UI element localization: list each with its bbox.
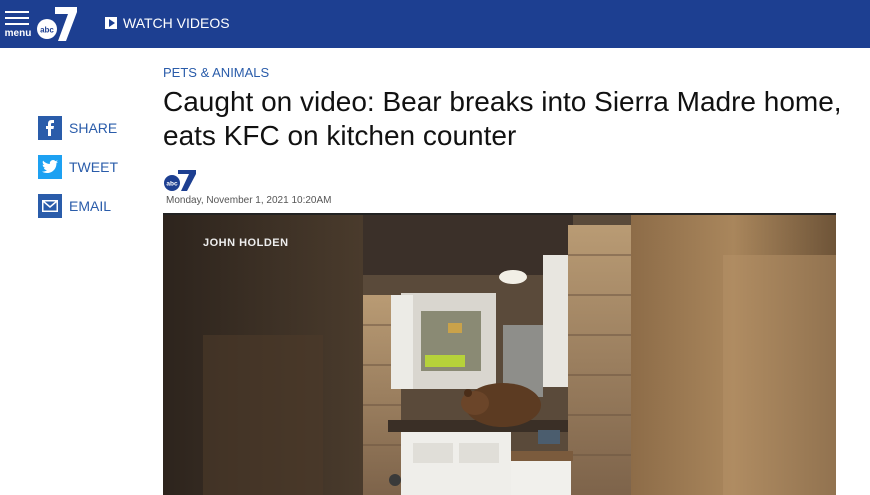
twitter-icon [38, 155, 62, 179]
menu-button[interactable]: menu [3, 9, 33, 41]
tweet-label: TWEET [69, 159, 118, 175]
email-icon [38, 194, 62, 218]
play-icon [105, 17, 117, 29]
watch-videos-label: WATCH VIDEOS [123, 15, 230, 31]
hamburger-icon-line [5, 23, 29, 25]
share-twitter-button[interactable]: TWEET [38, 155, 118, 179]
svg-text:abc: abc [166, 181, 178, 188]
watch-videos-link[interactable]: WATCH VIDEOS [105, 14, 230, 32]
article-dateline: Monday, November 1, 2021 10:20AM [166, 195, 332, 206]
category-link[interactable]: PETS & ANIMALS [163, 65, 269, 80]
abc7-source-logo: abc [164, 170, 196, 191]
video-player[interactable]: JOHN HOLDEN [163, 213, 836, 495]
share-facebook-button[interactable]: SHARE [38, 116, 117, 140]
email-label: EMAIL [69, 198, 112, 214]
video-credit: JOHN HOLDEN [203, 237, 289, 249]
facebook-icon [38, 116, 62, 140]
abc7-logo[interactable]: abc [35, 3, 79, 43]
menu-label: menu [4, 28, 32, 39]
svg-text:abc: abc [40, 26, 54, 35]
hamburger-icon [5, 11, 29, 13]
top-nav-bar: menu abc WATCH VIDEOS [0, 0, 870, 48]
share-label: SHARE [69, 120, 118, 136]
share-email-button[interactable]: EMAIL [38, 194, 111, 218]
article-headline: Caught on video: Bear breaks into Sierra… [163, 86, 842, 151]
video-frame [163, 215, 836, 495]
hamburger-icon-line [5, 17, 29, 19]
